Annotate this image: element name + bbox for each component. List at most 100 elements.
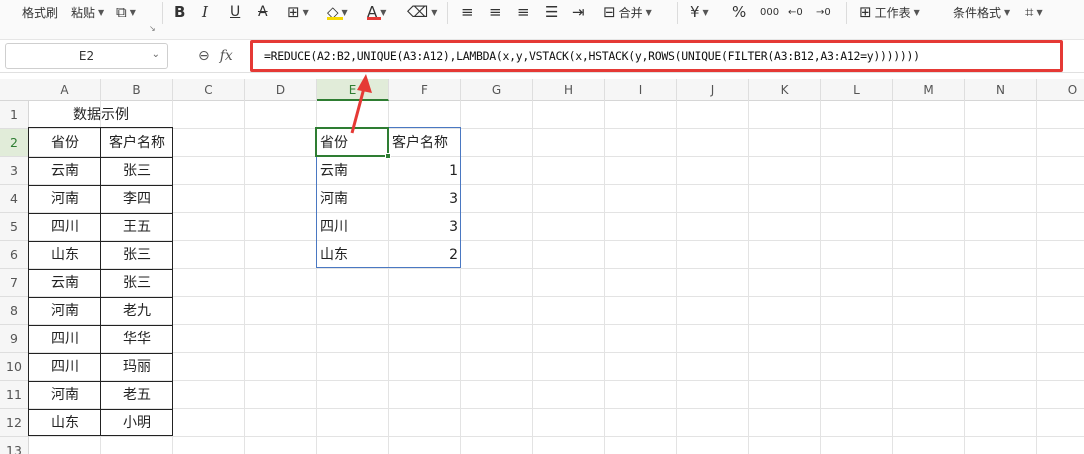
column-header-g[interactable]: G bbox=[461, 79, 533, 101]
row-header-4[interactable]: 4 bbox=[0, 185, 28, 213]
column-header-o[interactable]: O bbox=[1037, 79, 1084, 101]
column-header-n[interactable]: N bbox=[965, 79, 1037, 101]
underline-button[interactable]: U bbox=[230, 0, 240, 24]
source-cell-customer[interactable]: 老五 bbox=[101, 381, 173, 409]
merge-button[interactable]: ⊟ 合并 ▼ bbox=[603, 0, 652, 24]
thousands-button[interactable]: 000 bbox=[760, 0, 779, 24]
source-header-customer[interactable]: 客户名称 bbox=[101, 129, 173, 157]
align-left-button[interactable]: ≡ bbox=[461, 0, 474, 24]
row-header-6[interactable]: 6 bbox=[0, 241, 28, 269]
chevron-down-icon: ▼ bbox=[341, 7, 348, 17]
name-box[interactable]: E2 ⌄ bbox=[5, 43, 168, 69]
source-cell-customer[interactable]: 张三 bbox=[101, 269, 173, 297]
column-header-e[interactable]: E bbox=[317, 79, 389, 101]
column-header-i[interactable]: I bbox=[605, 79, 677, 101]
source-cell-province[interactable]: 河南 bbox=[29, 297, 101, 325]
row-header-12[interactable]: 12 bbox=[0, 409, 28, 437]
conditional-format-button[interactable]: 条件格式 ▼ bbox=[953, 0, 1010, 24]
column-header-b[interactable]: B bbox=[101, 79, 173, 101]
source-cell-province[interactable]: 四川 bbox=[29, 213, 101, 241]
source-cell-customer[interactable]: 张三 bbox=[101, 241, 173, 269]
italic-icon: I bbox=[202, 3, 208, 21]
active-cell-e2[interactable] bbox=[315, 127, 391, 159]
currency-button[interactable]: ¥ ▼ bbox=[690, 0, 709, 24]
decrease-decimal-button[interactable]: ←0 bbox=[788, 0, 803, 24]
row-header-1[interactable]: 1 bbox=[0, 101, 28, 129]
insert-function-button[interactable]: fx bbox=[220, 48, 233, 64]
result-cell-count[interactable]: 3 bbox=[389, 213, 461, 241]
row-header-9[interactable]: 9 bbox=[0, 325, 28, 353]
italic-button[interactable]: I bbox=[202, 0, 208, 24]
source-cell-province[interactable]: 河南 bbox=[29, 185, 101, 213]
worksheet-button[interactable]: ⊞ 工作表 ▼ bbox=[859, 0, 920, 24]
row-header-8[interactable]: 8 bbox=[0, 297, 28, 325]
column-header-l[interactable]: L bbox=[821, 79, 893, 101]
column-header-j[interactable]: J bbox=[677, 79, 749, 101]
column-header-k[interactable]: K bbox=[749, 79, 821, 101]
source-header-province[interactable]: 省份 bbox=[29, 129, 101, 157]
align-center-button[interactable]: ≡ bbox=[489, 0, 502, 24]
chevron-down-icon: ▼ bbox=[1004, 7, 1011, 17]
dialog-launcher-icon[interactable]: ↘ bbox=[149, 24, 156, 33]
source-cell-province[interactable]: 云南 bbox=[29, 157, 101, 185]
wrap-text-button[interactable]: ⇥ bbox=[572, 0, 585, 24]
source-cell-customer[interactable]: 张三 bbox=[101, 157, 173, 185]
source-cell-province[interactable]: 山东 bbox=[29, 241, 101, 269]
align-right-button[interactable]: ≡ bbox=[517, 0, 530, 24]
column-header-m[interactable]: M bbox=[893, 79, 965, 101]
format-painter-button[interactable]: 格式刷 bbox=[22, 0, 58, 24]
bold-button[interactable]: B bbox=[174, 0, 185, 24]
source-cell-province[interactable]: 河南 bbox=[29, 381, 101, 409]
fill-handle[interactable] bbox=[385, 153, 391, 159]
result-cell-province[interactable]: 河南 bbox=[317, 185, 389, 213]
table-title[interactable]: 数据示例 bbox=[29, 101, 173, 129]
justify-button[interactable]: ☰ bbox=[545, 0, 558, 24]
row-header-2[interactable]: 2 bbox=[0, 129, 28, 157]
result-cell-province[interactable]: 云南 bbox=[317, 157, 389, 185]
source-cell-customer[interactable]: 华华 bbox=[101, 325, 173, 353]
source-cell-customer[interactable]: 小明 bbox=[101, 409, 173, 437]
strikethrough-button[interactable]: A bbox=[258, 0, 268, 24]
source-cell-customer[interactable]: 老九 bbox=[101, 297, 173, 325]
paste-button[interactable]: 粘贴 ▼ bbox=[71, 0, 104, 24]
name-box-value: E2 bbox=[78, 49, 95, 63]
row-header-3[interactable]: 3 bbox=[0, 157, 28, 185]
fill-color-button[interactable]: ◇ ▼ bbox=[327, 0, 348, 24]
chevron-down-icon: ▼ bbox=[98, 7, 105, 17]
increase-decimal-button[interactable]: →0 bbox=[816, 0, 831, 24]
clear-format-button[interactable]: ⌫ ▼ bbox=[407, 0, 437, 24]
source-cell-customer[interactable]: 李四 bbox=[101, 185, 173, 213]
result-cell-province[interactable]: 山东 bbox=[317, 241, 389, 269]
clear-format-icon: ⌫ bbox=[407, 2, 429, 21]
column-header-h[interactable]: H bbox=[533, 79, 605, 101]
result-header-customer[interactable]: 客户名称 bbox=[389, 129, 461, 157]
percent-button[interactable]: % bbox=[732, 0, 746, 24]
column-headers: ABCDEFGHIJKLMNO bbox=[0, 79, 1084, 101]
column-header-a[interactable]: A bbox=[29, 79, 101, 101]
column-header-f[interactable]: F bbox=[389, 79, 461, 101]
sheet-grid[interactable]: 数据示例 省份 客户名称 云南 张三 河南 李四 四川 王五 山东 张三 云南 张三 河南 老九 四川 华华 四川… bbox=[28, 101, 1084, 454]
result-cell-count[interactable]: 3 bbox=[389, 185, 461, 213]
bold-icon: B bbox=[174, 3, 186, 21]
font-color-button[interactable]: A ▼ bbox=[367, 0, 386, 24]
zoom-icon[interactable]: ⊖ bbox=[198, 48, 210, 64]
row-header-11[interactable]: 11 bbox=[0, 381, 28, 409]
row-header-7[interactable]: 7 bbox=[0, 269, 28, 297]
source-cell-province[interactable]: 云南 bbox=[29, 269, 101, 297]
source-cell-customer[interactable]: 玛丽 bbox=[101, 353, 173, 381]
copy-format-button[interactable]: ⧉ ▼ bbox=[116, 0, 136, 24]
source-cell-province[interactable]: 四川 bbox=[29, 353, 101, 381]
column-header-d[interactable]: D bbox=[245, 79, 317, 101]
source-cell-province[interactable]: 四川 bbox=[29, 325, 101, 353]
column-header-c[interactable]: C bbox=[173, 79, 245, 101]
result-cell-count[interactable]: 2 bbox=[389, 241, 461, 269]
result-cell-province[interactable]: 四川 bbox=[317, 213, 389, 241]
row-header-13[interactable]: 13 bbox=[0, 437, 28, 454]
row-header-10[interactable]: 10 bbox=[0, 353, 28, 381]
result-cell-count[interactable]: 1 bbox=[389, 157, 461, 185]
source-cell-province[interactable]: 山东 bbox=[29, 409, 101, 437]
borders-button[interactable]: ⊞ ▼ bbox=[287, 0, 309, 24]
row-header-5[interactable]: 5 bbox=[0, 213, 28, 241]
cell-borders-button[interactable]: ⌗ ▼ bbox=[1025, 0, 1043, 24]
source-cell-customer[interactable]: 王五 bbox=[101, 213, 173, 241]
